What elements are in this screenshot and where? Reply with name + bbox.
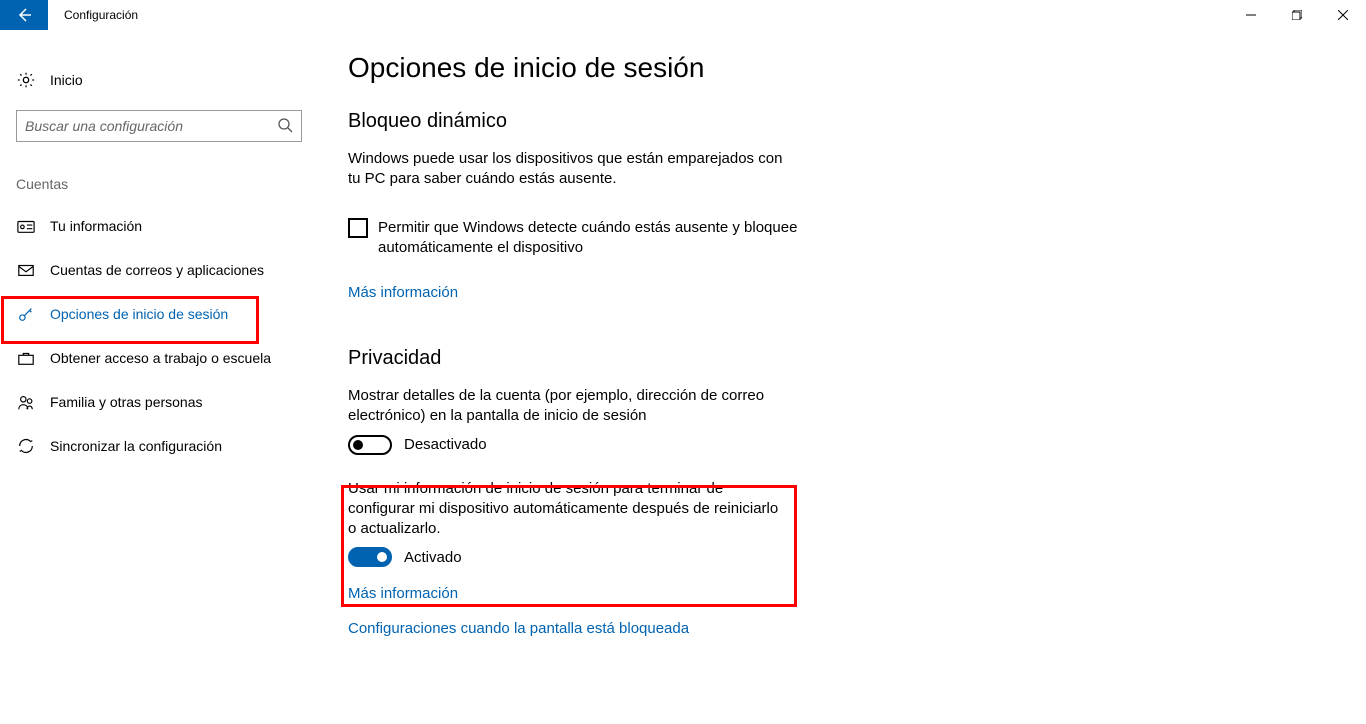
sidebar-item-your-info[interactable]: Tu información [16, 204, 320, 248]
id-card-icon [16, 217, 36, 235]
briefcase-icon [16, 349, 36, 367]
maximize-button[interactable] [1274, 0, 1320, 30]
sidebar-item-signin-options[interactable]: Opciones de inicio de sesión [16, 292, 320, 336]
mail-icon [16, 261, 36, 279]
dynamic-lock-checkbox-row: Permitir que Windows detecte cuándo está… [348, 218, 818, 259]
privacy-toggle-use-signin-info[interactable] [348, 547, 392, 567]
close-icon [1338, 10, 1348, 20]
privacy-toggle1-label: Desactivado [404, 436, 487, 453]
dynamic-lock-checkbox-label: Permitir que Windows detecte cuándo está… [378, 218, 818, 259]
dynamic-lock-heading: Bloqueo dinámico [348, 110, 1020, 133]
back-button[interactable] [0, 0, 48, 30]
sidebar-item-label: Cuentas de correos y aplicaciones [50, 262, 264, 278]
maximize-icon [1292, 10, 1302, 20]
search-box[interactable] [16, 110, 302, 142]
key-icon [16, 305, 36, 323]
minimize-button[interactable] [1228, 0, 1274, 30]
dynamic-lock-more-info-link[interactable]: Más información [348, 284, 458, 301]
privacy-toggle-account-details[interactable] [348, 435, 392, 455]
page-title: Opciones de inicio de sesión [348, 52, 1020, 84]
privacy-toggle1-row: Desactivado [348, 435, 1020, 455]
nav-list: Tu información Cuentas de correos y apli… [16, 204, 320, 468]
main-panel: Opciones de inicio de sesión Bloqueo din… [320, 30, 1020, 724]
minimize-icon [1246, 10, 1256, 20]
dynamic-lock-desc: Windows puede usar los dispositivos que … [348, 149, 798, 190]
sidebar-section-label: Cuentas [16, 176, 320, 192]
window-controls [1228, 0, 1366, 30]
sidebar-item-label: Familia y otras personas [50, 394, 203, 410]
arrow-left-icon [16, 7, 32, 23]
dynamic-lock-checkbox[interactable] [348, 218, 368, 238]
sidebar-item-label: Opciones de inicio de sesión [50, 306, 228, 322]
sidebar: Inicio Cuentas Tu información [0, 30, 320, 724]
privacy-heading: Privacidad [348, 347, 1020, 370]
people-icon [16, 393, 36, 411]
privacy-toggle2-row: Activado [348, 547, 788, 567]
sidebar-item-sync[interactable]: Sincronizar la configuración [16, 424, 320, 468]
home-label: Inicio [50, 72, 83, 88]
privacy-more-info-link[interactable]: Más información [348, 585, 458, 602]
sync-icon [16, 437, 36, 455]
home-link[interactable]: Inicio [16, 60, 320, 100]
sidebar-item-label: Tu información [50, 218, 142, 234]
privacy-desc2: Usar mi información de inicio de sesión … [348, 479, 788, 540]
titlebar: Configuración [0, 0, 1366, 30]
sidebar-item-family[interactable]: Familia y otras personas [16, 380, 320, 424]
sidebar-item-work-school[interactable]: Obtener acceso a trabajo o escuela [16, 336, 320, 380]
close-button[interactable] [1320, 0, 1366, 30]
privacy-toggle2-label: Activado [404, 549, 462, 566]
sidebar-item-email-accounts[interactable]: Cuentas de correos y aplicaciones [16, 248, 320, 292]
gear-icon [16, 71, 36, 89]
sidebar-item-label: Obtener acceso a trabajo o escuela [50, 350, 271, 366]
privacy-desc1: Mostrar detalles de la cuenta (por ejemp… [348, 386, 798, 427]
window-title: Configuración [64, 8, 138, 22]
lockscreen-settings-link[interactable]: Configuraciones cuando la pantalla está … [348, 620, 689, 637]
search-input[interactable] [25, 118, 277, 134]
search-icon [277, 117, 293, 136]
sidebar-item-label: Sincronizar la configuración [50, 438, 222, 454]
